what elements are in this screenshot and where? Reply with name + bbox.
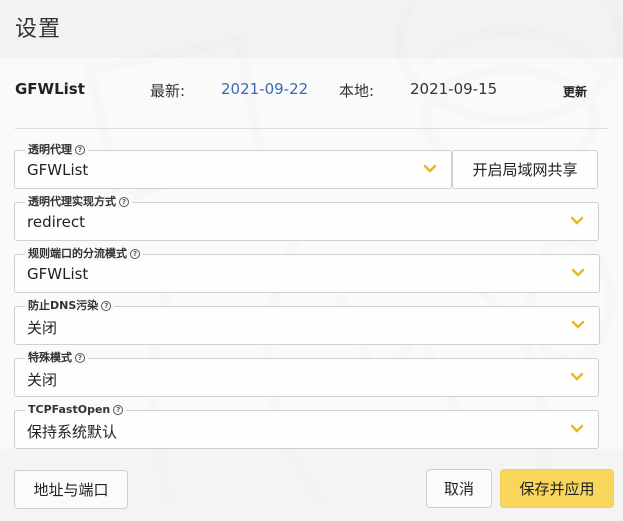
field-legend: 透明代理 ? — [25, 143, 88, 157]
gfwlist-name: GFWList — [15, 80, 85, 98]
dns-pollution-select[interactable]: 防止DNS污染 ? 关闭 — [14, 299, 600, 345]
help-circle-icon[interactable]: ? — [119, 197, 129, 207]
address-port-button[interactable]: 地址与端口 — [14, 470, 128, 509]
update-gfwlist-button[interactable]: 更新 — [556, 80, 594, 102]
chevron-down-icon — [570, 216, 584, 225]
chevron-down-icon — [571, 320, 585, 329]
help-circle-icon[interactable]: ? — [101, 301, 112, 311]
chevron-down-icon — [423, 164, 437, 173]
field-label: 透明代理实现方式 — [28, 195, 116, 208]
rule-port-routing-select[interactable]: 规则端口的分流模式 ? GFWList — [14, 247, 600, 293]
transparent-proxy-select[interactable]: 透明代理 ? GFWList — [14, 143, 452, 189]
field-label: 规则端口的分流模式 — [28, 247, 127, 260]
local-label: 本地: — [339, 82, 375, 100]
tcp-fast-open-select[interactable]: TCPFastOpen ? 保持系统默认 — [14, 403, 599, 449]
field-value: 保持系统默认 — [27, 423, 118, 441]
field-legend: TCPFastOpen ? — [25, 403, 127, 417]
dialog-header: 设置 — [0, 0, 623, 58]
help-circle-icon[interactable]: ? — [75, 353, 85, 363]
settings-dialog: 设置 GFWList 最新: 2021-09-22 本地: 2021-09-15… — [0, 0, 623, 521]
help-circle-icon[interactable]: ? — [113, 405, 124, 415]
help-circle-icon[interactable]: ? — [130, 249, 140, 259]
divider — [15, 128, 608, 129]
field-label: TCPFastOpen — [28, 403, 111, 416]
field-legend: 防止DNS污染 ? — [25, 299, 115, 313]
local-version-value: 2021-09-15 — [410, 80, 498, 98]
lan-share-button[interactable]: 开启局域网共享 — [452, 150, 598, 189]
chevron-down-icon — [571, 268, 585, 277]
latest-label: 最新: — [150, 82, 186, 100]
gfwlist-status-row: GFWList 最新: 2021-09-22 本地: 2021-09-15 — [0, 78, 623, 104]
field-label: 透明代理 — [28, 143, 72, 156]
special-mode-select[interactable]: 特殊模式 ? 关闭 — [14, 351, 599, 397]
field-legend: 规则端口的分流模式 ? — [25, 247, 143, 261]
field-value: 关闭 — [27, 371, 58, 389]
field-label: 防止DNS污染 — [28, 299, 99, 312]
latest-version-value: 2021-09-22 — [221, 80, 309, 98]
field-legend: 透明代理实现方式 ? — [25, 195, 132, 209]
help-circle-icon[interactable]: ? — [75, 145, 85, 155]
field-label: 特殊模式 — [28, 351, 72, 364]
cancel-button[interactable]: 取消 — [426, 469, 492, 508]
field-value: redirect — [27, 213, 85, 231]
field-legend: 特殊模式 ? — [25, 351, 88, 365]
field-value: 关闭 — [27, 319, 58, 337]
chevron-down-icon — [570, 372, 584, 381]
chevron-down-icon — [570, 424, 584, 433]
proxy-implementation-select[interactable]: 透明代理实现方式 ? redirect — [14, 195, 599, 241]
save-apply-button[interactable]: 保存并应用 — [500, 469, 614, 508]
field-value: GFWList — [27, 265, 89, 283]
dialog-title: 设置 — [15, 17, 62, 42]
field-value: GFWList — [27, 161, 89, 179]
